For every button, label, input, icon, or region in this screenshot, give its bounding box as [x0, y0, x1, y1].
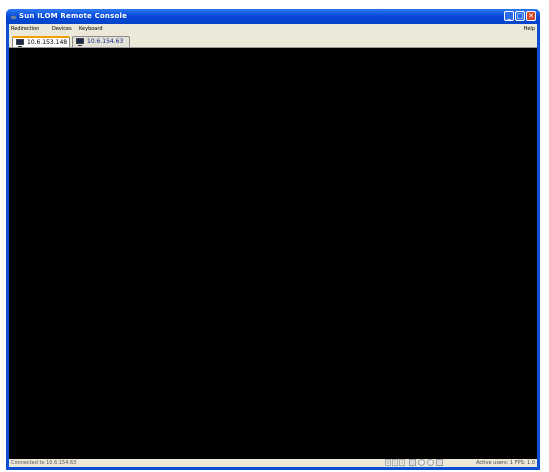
title-bar[interactable]: ☕ Sun ILOM Remote Console _ □ ✕: [6, 9, 540, 24]
window-title: Sun ILOM Remote Console: [19, 12, 128, 20]
session-stats: Active users: 1 FPS: 1.0: [476, 460, 535, 466]
remote-console-window: ☕ Sun ILOM Remote Console _ □ ✕ Redirect…: [6, 9, 540, 470]
menu-redirection[interactable]: Redirection: [11, 26, 39, 32]
connection-status: Connected to 10.6.154.63: [11, 460, 77, 466]
maximize-icon[interactable]: □: [515, 11, 525, 21]
remote-screen[interactable]: [9, 48, 537, 459]
keyboard-icon[interactable]: [409, 459, 416, 466]
mouse-icon[interactable]: [418, 459, 425, 466]
java-icon[interactable]: ☕: [10, 12, 17, 21]
close-icon[interactable]: ✕: [526, 11, 536, 21]
menu-devices[interactable]: Devices: [52, 26, 72, 32]
tab-label: 10.6.153.148: [27, 39, 68, 46]
cdrom-icon[interactable]: [427, 459, 434, 466]
num-lock-indicator: N: [385, 459, 391, 466]
monitor-icon: [76, 38, 84, 46]
floppy-icon[interactable]: [436, 459, 443, 466]
caps-lock-indicator: C: [392, 459, 398, 466]
tab-session-1[interactable]: 10.6.153.148: [12, 36, 70, 47]
scroll-lock-indicator: S: [399, 459, 405, 466]
session-tabs: 10.6.153.148 10.6.154.63: [9, 34, 537, 48]
minimize-icon[interactable]: _: [504, 11, 514, 21]
menu-help[interactable]: Help: [524, 26, 535, 32]
menu-bar: Redirection Devices Keyboard Help: [9, 24, 537, 34]
tab-session-2[interactable]: 10.6.154.63: [72, 36, 130, 47]
menu-keyboard[interactable]: Keyboard: [79, 26, 103, 32]
status-bar: Connected to 10.6.154.63 N C S Active us…: [9, 459, 537, 467]
monitor-icon: [16, 39, 24, 47]
tab-label: 10.6.154.63: [87, 38, 124, 45]
